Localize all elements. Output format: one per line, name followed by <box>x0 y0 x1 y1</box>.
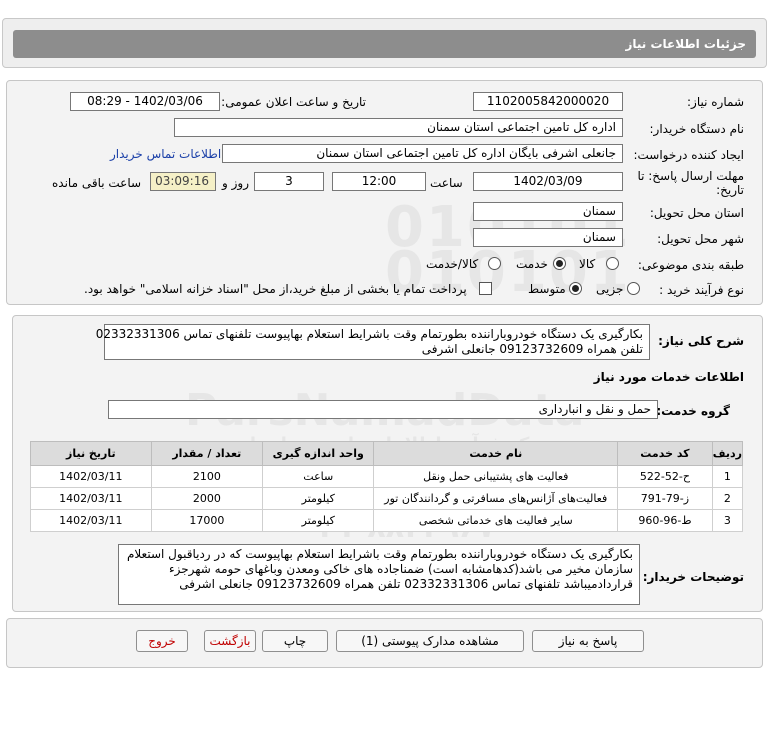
requester-label: ایجاد کننده درخواست: <box>633 148 744 162</box>
process-option-medium: متوسط <box>528 282 566 296</box>
deadline-label: مهلت ارسال پاسخ: تا <box>637 169 744 183</box>
col-service-name: نام خدمت <box>373 441 619 466</box>
table-row: 3 ط-96-960 سایر فعالیت های خدماتی شخصی ک… <box>30 509 744 532</box>
cell-quantity: 2100 <box>150 465 264 488</box>
cell-service-code: ح-52-522 <box>617 465 713 488</box>
category-radio-goods-service[interactable] <box>488 257 501 270</box>
treasury-payment-text: پرداخت تمام یا بخشی از مبلغ خرید،از محل … <box>84 282 467 296</box>
days-remaining-field: 3 <box>254 172 324 191</box>
deadline-date-label: تاریخ: <box>716 183 744 197</box>
exit-button[interactable]: خروج <box>136 630 188 652</box>
cell-row-number: 2 <box>711 487 744 510</box>
cell-service-code: ز-79-791 <box>617 487 713 510</box>
days-label: روز و <box>222 176 249 190</box>
category-label: طبقه بندی موضوعی: <box>637 258 744 272</box>
city-label: شهر محل تحویل: <box>657 232 744 246</box>
cell-service-code: ط-96-960 <box>617 509 713 532</box>
reply-button[interactable]: پاسخ به نیاز <box>532 630 644 652</box>
cell-row-number: 3 <box>711 509 744 532</box>
announce-date-label: تاریخ و ساعت اعلان عمومی: <box>221 95 366 109</box>
summary-text: بکارگیری یک دستگاه خودروباراننده بطورتما… <box>95 324 650 360</box>
category-radio-service[interactable] <box>553 257 566 270</box>
table-row: 1 ح-52-522 فعالیت های پشتیبانی حمل ونقل … <box>30 465 744 488</box>
summary-label: شرح کلی نیاز: <box>658 334 744 348</box>
buyer-contact-link[interactable]: اطلاعات تماس خریدار <box>110 147 221 161</box>
need-number-field: 1102005842000020 <box>473 92 623 111</box>
requester-field: جانعلی اشرفی بایگان اداره کل تامین اجتما… <box>222 144 623 163</box>
deadline-time-field: 12:00 <box>332 172 426 191</box>
service-group-label: گروه خدمت: <box>656 404 730 418</box>
category-option-service: خدمت <box>516 257 548 271</box>
category-option-goods-service: کالا/خدمت <box>426 257 479 271</box>
print-button[interactable]: چاپ <box>262 630 328 652</box>
summary-line-2: تلفن همراه 09123732609 جانعلی اشرفی <box>421 342 643 356</box>
cell-service-name: سایر فعالیت های خدماتی شخصی <box>373 509 619 532</box>
deadline-date-field: 1402/03/09 <box>473 172 623 191</box>
buyer-field: اداره کل تامین اجتماعی استان سمنان <box>174 118 623 137</box>
services-table: ردیف کد خدمت نام خدمت واحد اندازه گیری ت… <box>30 441 744 532</box>
col-service-code: کد خدمت <box>617 441 713 466</box>
buyer-notes-line-3: قراردادمیباشد تلفنهای تماس 02332331306 ت… <box>179 577 633 591</box>
buyer-notes-label: توضیحات خریدار: <box>642 570 744 584</box>
services-section-title: اطلاعات خدمات مورد نیاز <box>593 370 744 384</box>
summary-line-1: بکارگیری یک دستگاه خودروباراننده بطورتما… <box>95 327 643 341</box>
services-table-header: ردیف کد خدمت نام خدمت واحد اندازه گیری ت… <box>30 441 744 466</box>
category-radio-goods[interactable] <box>606 257 619 270</box>
col-row-number: ردیف <box>711 441 744 466</box>
service-group-field: حمل و نقل و انبارداری <box>108 400 658 419</box>
treasury-payment-checkbox[interactable] <box>479 282 492 295</box>
announce-date-field: 1402/03/06 - 08:29 <box>70 92 220 111</box>
view-attachments-button[interactable]: مشاهده مدارک پیوستی (1) <box>336 630 524 652</box>
col-unit: واحد اندازه گیری <box>262 441 375 466</box>
cell-need-date: 1402/03/11 <box>30 465 152 488</box>
header-panel: جزئیات اطلاعات نیاز <box>2 18 767 68</box>
need-number-label: شماره نیاز: <box>687 95 744 109</box>
cell-row-number: 1 <box>711 465 744 488</box>
buyer-notes-text: بکارگیری یک دستگاه خودروباراننده بطورتما… <box>118 544 640 605</box>
process-option-minor: جزیی <box>596 282 624 296</box>
process-radio-minor[interactable] <box>627 282 640 295</box>
cell-need-date: 1402/03/11 <box>30 509 152 532</box>
cell-need-date: 1402/03/11 <box>30 487 152 510</box>
remaining-time-field: 03:09:16 <box>150 172 216 191</box>
cell-quantity: 2000 <box>150 487 264 510</box>
province-field: سمنان <box>473 202 623 221</box>
page-title: جزئیات اطلاعات نیاز <box>13 30 756 58</box>
cell-unit: ساعت <box>262 465 375 488</box>
cell-service-name: فعالیت‌های آژانس‌های مسافرتی و گردانندگا… <box>373 487 619 510</box>
back-button[interactable]: بازگشت <box>204 630 256 652</box>
cell-unit: کیلومتر <box>262 509 375 532</box>
cell-service-name: فعالیت های پشتیبانی حمل ونقل <box>373 465 619 488</box>
table-row: 2 ز-79-791 فعالیت‌های آژانس‌های مسافرتی … <box>30 487 744 510</box>
province-label: استان محل تحویل: <box>649 206 744 220</box>
city-field: سمنان <box>473 228 623 247</box>
deadline-time-label: ساعت <box>430 176 463 190</box>
cell-quantity: 17000 <box>150 509 264 532</box>
buyer-label: نام دستگاه خریدار: <box>649 122 745 136</box>
col-need-date: تاریخ نیاز <box>30 441 152 466</box>
remaining-time-label: ساعت باقی مانده <box>52 176 142 190</box>
category-option-goods: کالا <box>579 257 596 271</box>
process-label: نوع فرآیند خرید : <box>659 283 744 297</box>
buyer-notes-line-2: سازمان مخیر می باشد(کدهامشابه است) ضمناج… <box>168 562 633 576</box>
col-quantity: تعداد / مقدار <box>150 441 264 466</box>
buyer-notes-line-1: بکارگیری یک دستگاه خودروباراننده بطورتما… <box>126 547 633 561</box>
process-radio-medium[interactable] <box>569 282 582 295</box>
cell-unit: کیلومتر <box>262 487 375 510</box>
